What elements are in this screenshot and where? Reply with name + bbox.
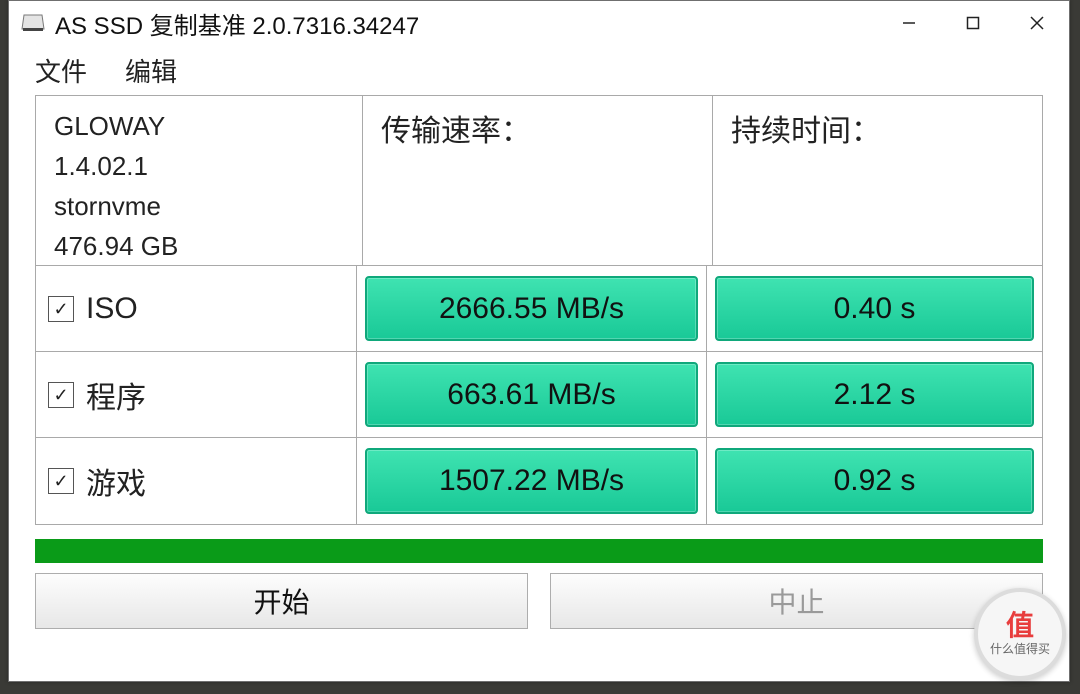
table-header-row: GLOWAY 1.4.02.1 stornvme 476.94 GB 传输速率：… <box>36 96 1042 266</box>
button-row: 开始 中止 <box>35 573 1043 629</box>
drive-firmware: 1.4.02.1 <box>54 146 148 186</box>
header-speed: 传输速率： <box>363 106 531 150</box>
header-time-cell: 持续时间： <box>713 96 1042 266</box>
speed-value: 1507.22 MB/s <box>365 448 698 514</box>
header-speed-cell: 传输速率： <box>363 96 713 266</box>
minimize-icon <box>902 16 916 30</box>
menu-bar: 文件 编辑 <box>9 45 1069 95</box>
drive-capacity: 476.94 GB <box>54 226 178 266</box>
window-controls <box>877 1 1069 45</box>
title-bar: AS SSD 复制基准 2.0.7316.34247 <box>9 1 1069 45</box>
app-window: AS SSD 复制基准 2.0.7316.34247 文件 编辑 GLOWAY … <box>8 0 1070 682</box>
time-value: 2.12 s <box>715 362 1034 427</box>
header-time: 持续时间： <box>713 106 881 150</box>
time-value: 0.40 s <box>715 276 1034 341</box>
close-button[interactable] <box>1005 1 1069 45</box>
time-value: 0.92 s <box>715 448 1034 514</box>
test-label: 程序 <box>86 373 146 417</box>
watermark-badge: 值 什么值得买 <box>974 588 1066 680</box>
maximize-button[interactable] <box>941 1 1005 45</box>
test-label: 游戏 <box>86 459 146 503</box>
speed-cell: 663.61 MB/s <box>357 352 707 438</box>
window-title: AS SSD 复制基准 2.0.7316.34247 <box>55 6 877 41</box>
test-name-cell: ✓ 游戏 <box>36 438 357 524</box>
speed-cell: 1507.22 MB/s <box>357 438 707 524</box>
checkbox-game[interactable]: ✓ <box>48 468 74 494</box>
watermark-caption: 什么值得买 <box>990 640 1050 657</box>
time-cell: 2.12 s <box>707 352 1042 438</box>
close-icon <box>1029 15 1045 31</box>
watermark-glyph: 值 <box>1006 612 1034 640</box>
checkbox-program[interactable]: ✓ <box>48 382 74 408</box>
speed-value: 663.61 MB/s <box>365 362 698 427</box>
table-row: ✓ ISO 2666.55 MB/s 0.40 s <box>36 266 1042 352</box>
drive-model: GLOWAY <box>54 106 165 146</box>
maximize-icon <box>966 16 980 30</box>
results-table: GLOWAY 1.4.02.1 stornvme 476.94 GB 传输速率：… <box>35 95 1043 525</box>
minimize-button[interactable] <box>877 1 941 45</box>
speed-value: 2666.55 MB/s <box>365 276 698 341</box>
progress-bar <box>35 539 1043 563</box>
speed-cell: 2666.55 MB/s <box>357 266 707 352</box>
test-name-cell: ✓ 程序 <box>36 352 357 438</box>
table-row: ✓ 游戏 1507.22 MB/s 0.92 s <box>36 438 1042 524</box>
time-cell: 0.40 s <box>707 266 1042 352</box>
drive-info-cell: GLOWAY 1.4.02.1 stornvme 476.94 GB <box>36 96 363 266</box>
app-icon <box>21 13 45 33</box>
test-name-cell: ✓ ISO <box>36 266 357 352</box>
stop-button: 中止 <box>550 573 1043 629</box>
time-cell: 0.92 s <box>707 438 1042 524</box>
menu-edit[interactable]: 编辑 <box>125 52 177 89</box>
start-button[interactable]: 开始 <box>35 573 528 629</box>
drive-driver: stornvme <box>54 186 161 226</box>
table-row: ✓ 程序 663.61 MB/s 2.12 s <box>36 352 1042 438</box>
checkbox-iso[interactable]: ✓ <box>48 296 74 322</box>
menu-file[interactable]: 文件 <box>35 52 87 89</box>
test-label: ISO <box>86 292 138 326</box>
